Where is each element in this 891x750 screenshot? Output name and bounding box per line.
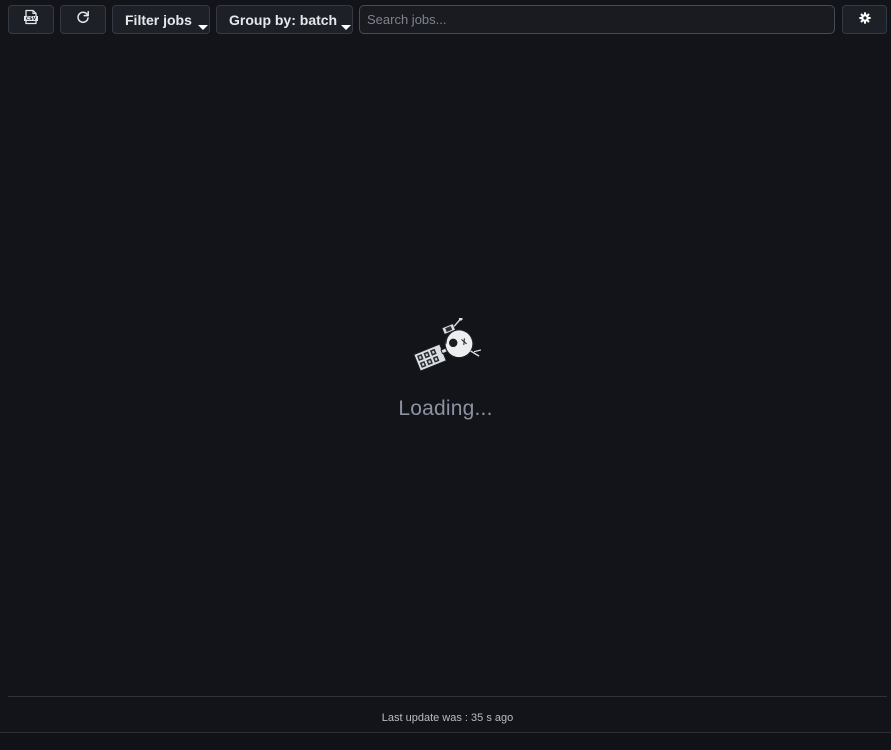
svg-text:CSV: CSV [26, 16, 37, 22]
search-input[interactable] [359, 5, 835, 34]
settings-button[interactable] [842, 5, 887, 34]
loading-text: Loading... [398, 397, 493, 420]
last-update-status: Last update was : 35 s ago [381, 712, 514, 724]
job-monitor-window: CSV Filter jobs Group by: batch Search j… [0, 0, 891, 750]
bottom-bar [0, 732, 891, 750]
filter-jobs-label: Filter jobs [125, 12, 192, 28]
export-csv-button[interactable]: CSV [8, 5, 54, 34]
gear-icon [858, 11, 871, 29]
refresh-icon [75, 9, 91, 30]
csv-file-icon: CSV [23, 9, 39, 30]
satellite-illustration [412, 318, 481, 372]
footer-divider [8, 696, 887, 697]
toolbar: CSV Filter jobs Group by: batch [8, 5, 887, 36]
loading-indicator: Loading... [0, 318, 891, 421]
refresh-button[interactable] [60, 5, 106, 34]
chevron-down-icon [341, 25, 351, 30]
filter-jobs-dropdown[interactable]: Filter jobs [112, 5, 210, 34]
group-by-dropdown[interactable]: Group by: batch [216, 5, 353, 34]
group-by-label: Group by: batch [229, 12, 338, 28]
chevron-down-icon [198, 25, 208, 30]
